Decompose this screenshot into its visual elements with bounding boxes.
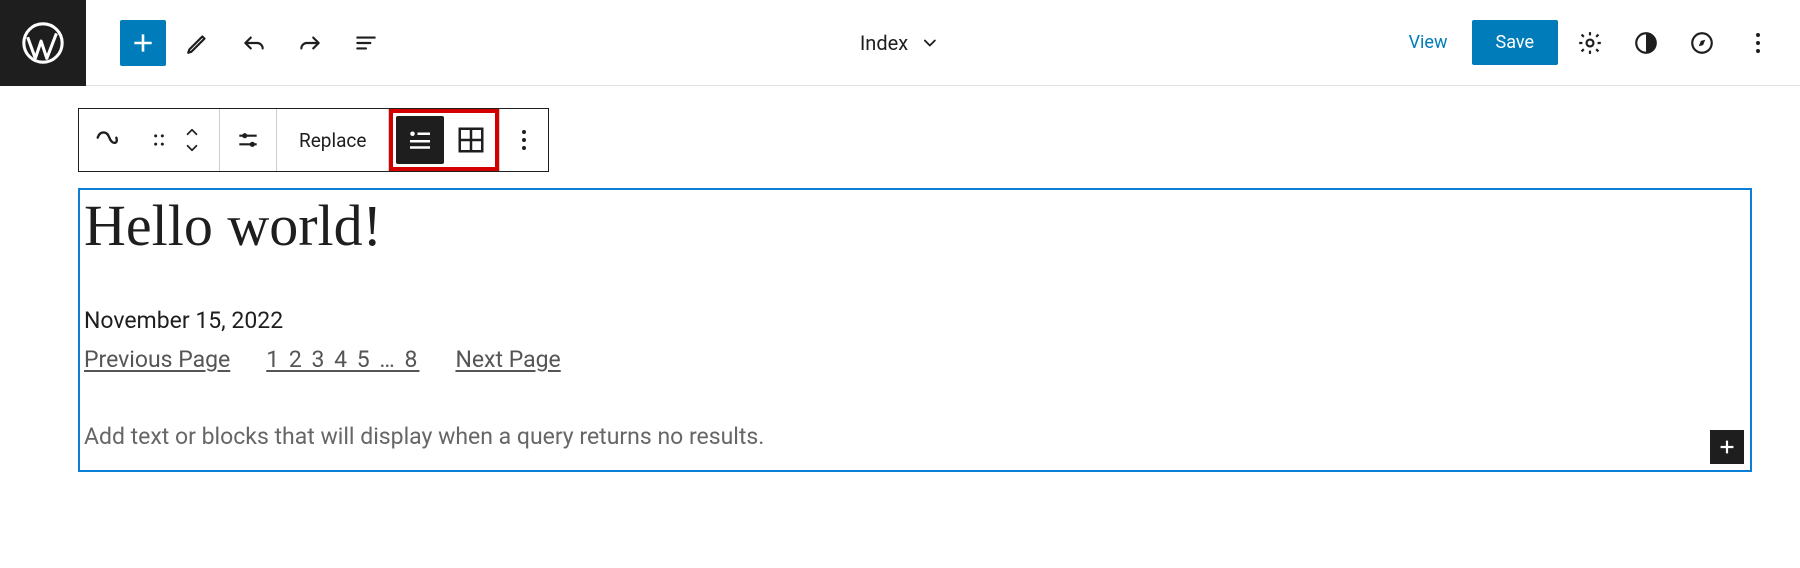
append-block-button[interactable] [1710, 430, 1744, 464]
add-block-button[interactable] [120, 20, 166, 66]
post-title[interactable]: Hello world! [80, 190, 1750, 277]
save-button[interactable]: Save [1472, 20, 1559, 65]
edit-tool-button[interactable] [174, 19, 222, 67]
editor-canvas: Replace [0, 86, 1800, 472]
undo-button[interactable] [230, 19, 278, 67]
plus-icon [1716, 436, 1738, 458]
no-results-placeholder[interactable]: Add text or blocks that will display whe… [80, 373, 1750, 450]
query-loop-block[interactable]: Hello world! November 15, 2022 Previous … [78, 188, 1752, 472]
query-block-type-button[interactable] [79, 109, 135, 171]
pagination-numbers[interactable]: 1 2 3 4 5 … 8 [266, 346, 419, 373]
block-toolbar: Replace [78, 108, 549, 172]
pencil-icon [185, 30, 211, 56]
topbar-left-tools [86, 19, 390, 67]
navigation-button[interactable] [1678, 19, 1726, 67]
layout-grid-icon [456, 125, 486, 155]
gear-icon [1577, 30, 1603, 56]
drag-handle[interactable] [135, 109, 183, 171]
wordpress-icon [20, 20, 66, 66]
redo-button[interactable] [286, 19, 334, 67]
chevron-up-icon [183, 125, 201, 139]
pagination-next[interactable]: Next Page [455, 346, 560, 373]
replace-button[interactable]: Replace [277, 109, 388, 171]
chevron-down-icon [920, 33, 940, 53]
sliders-icon [235, 127, 261, 153]
query-pagination: Previous Page 1 2 3 4 5 … 8 Next Page [80, 342, 1750, 373]
template-selector[interactable]: Index [860, 31, 940, 55]
pagination-previous[interactable]: Previous Page [84, 346, 230, 373]
layout-list-icon [405, 125, 435, 155]
plus-icon [130, 30, 156, 56]
settings-button[interactable] [1566, 19, 1614, 67]
display-settings-button[interactable] [220, 109, 276, 171]
template-label: Index [860, 31, 908, 55]
move-up-down[interactable] [183, 109, 219, 171]
layout-grid-button[interactable] [450, 119, 492, 161]
undo-icon [241, 30, 267, 56]
editor-topbar: Index View Save [0, 0, 1800, 86]
query-loop-icon [93, 126, 121, 154]
layout-list-button[interactable] [396, 116, 444, 164]
compass-icon [1689, 30, 1715, 56]
redo-icon [297, 30, 323, 56]
styles-button[interactable] [1622, 19, 1670, 67]
list-view-button[interactable] [342, 19, 390, 67]
layout-options-highlight [389, 109, 499, 171]
chevron-down-icon [183, 141, 201, 155]
post-date[interactable]: November 15, 2022 [80, 277, 1750, 342]
wordpress-logo[interactable] [0, 0, 86, 86]
more-vertical-icon [1756, 33, 1760, 53]
more-vertical-icon [522, 130, 526, 150]
list-view-icon [353, 30, 379, 56]
options-button[interactable] [1734, 19, 1782, 67]
view-button[interactable]: View [1393, 24, 1464, 61]
drag-icon [149, 130, 169, 150]
topbar-right-tools: View Save [1393, 19, 1800, 67]
block-options-button[interactable] [500, 109, 548, 171]
contrast-icon [1633, 30, 1659, 56]
